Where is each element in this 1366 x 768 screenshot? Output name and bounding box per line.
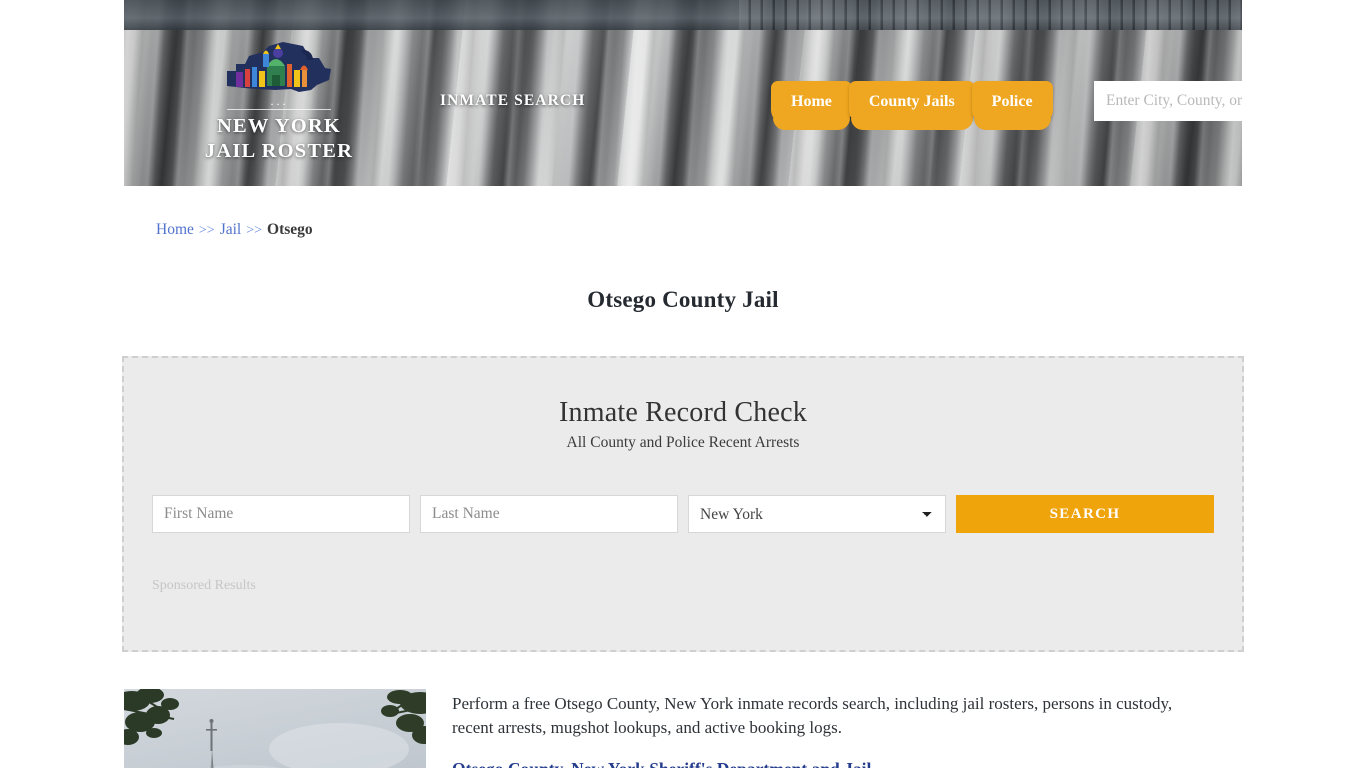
site-logo[interactable]: NEW YORK JAIL ROSTER — [179, 40, 379, 164]
site-header-banner: NEW YORK JAIL ROSTER INMATE SEARCH Home … — [124, 0, 1242, 186]
nav-item-home-label: Home — [791, 93, 832, 110]
nav-item-home[interactable]: Home — [771, 81, 852, 130]
search-button[interactable]: SEARCH — [956, 495, 1215, 533]
sponsored-results-label: Sponsored Results — [152, 578, 256, 593]
inmate-search-form: New York SEARCH — [124, 495, 1242, 533]
last-name-input[interactable] — [420, 495, 679, 533]
breadcrumb-separator-1: >> — [198, 223, 215, 238]
breadcrumb-link-jail[interactable]: Jail — [220, 221, 242, 238]
nav-item-county-jails[interactable]: County Jails — [848, 81, 975, 130]
nav-item-county-jails-label: County Jails — [868, 93, 955, 110]
header-tagline: INMATE SEARCH — [440, 92, 586, 109]
breadcrumb-link-home[interactable]: Home — [156, 221, 194, 238]
logo-line-1: NEW YORK — [216, 115, 342, 137]
content-section-heading-link[interactable]: Otsego County, New York Sheriff's Depart… — [452, 759, 1197, 768]
breadcrumb-current: Otsego — [267, 221, 313, 238]
state-select[interactable]: New York — [688, 495, 947, 533]
breadcrumb: Home >> Jail >> Otsego — [156, 221, 313, 239]
header-search-form — [1094, 81, 1242, 121]
widget-title: Inmate Record Check — [559, 397, 807, 428]
header-search-input[interactable] — [1094, 81, 1242, 121]
nav-item-police-label: Police — [991, 93, 1033, 110]
widget-subtitle: All County and Police Recent Arrests — [566, 434, 800, 451]
content-thumbnail[interactable] — [124, 689, 426, 768]
first-name-input[interactable] — [152, 495, 411, 533]
inmate-record-check-widget: Inmate Record Check All County and Polic… — [122, 356, 1244, 652]
page-title: Otsego County Jail — [587, 287, 779, 313]
main-navigation: Home County Jails Police — [771, 81, 1053, 130]
content-paragraph: Perform a free Otsego County, New York i… — [452, 694, 1173, 738]
page-root: NEW YORK JAIL ROSTER INMATE SEARCH Home … — [0, 0, 1366, 768]
breadcrumb-separator-2: >> — [246, 223, 263, 238]
header-background-shelf — [124, 0, 1242, 30]
logo-line-2: JAIL ROSTER — [204, 140, 354, 162]
logo-divider — [227, 109, 331, 110]
courthouse-spire-photo — [124, 689, 426, 768]
content-body: Perform a free Otsego County, New York i… — [452, 692, 1197, 768]
nav-item-police[interactable]: Police — [971, 81, 1053, 130]
